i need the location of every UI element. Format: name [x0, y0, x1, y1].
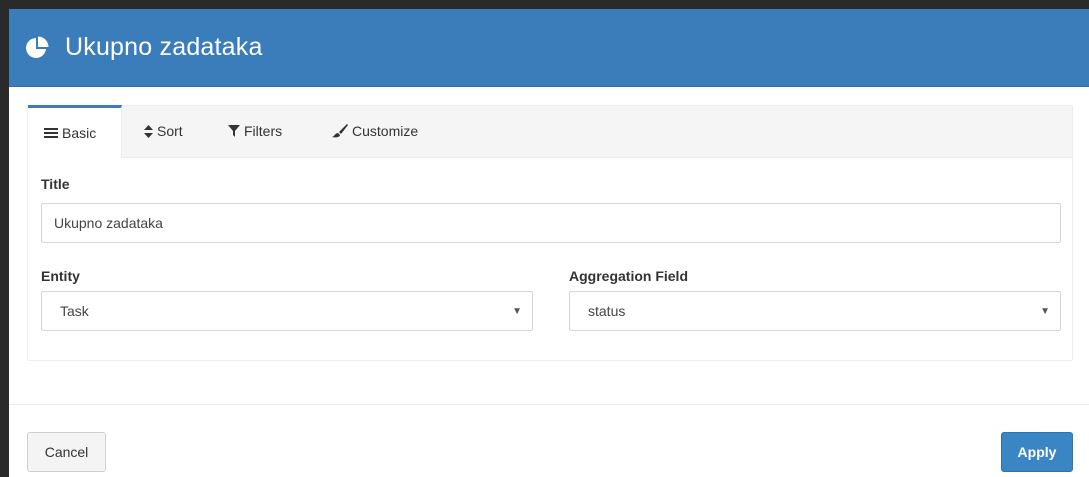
tab-customize-label: Customize [352, 123, 419, 139]
chevron-down-icon: ▼ [512, 305, 522, 317]
chevron-down-icon: ▼ [1040, 305, 1050, 317]
brush-icon [332, 124, 348, 138]
title-label: Title [41, 176, 70, 192]
background-app-bar [0, 0, 1089, 9]
cancel-button[interactable]: Cancel [27, 432, 106, 472]
entity-select[interactable]: Task ▼ [41, 291, 533, 331]
widget-settings-modal: Ukupno zadataka Basic Sort Filters Custo… [9, 9, 1089, 477]
tab-sort[interactable]: Sort [122, 105, 212, 157]
tab-basic-label: Basic [62, 125, 97, 141]
modal-header: Ukupno zadataka [9, 9, 1089, 87]
tab-basic[interactable]: Basic [28, 105, 122, 158]
sort-icon [144, 124, 153, 138]
entity-label: Entity [41, 268, 80, 284]
aggregation-field-label: Aggregation Field [569, 268, 688, 284]
filter-icon [228, 125, 240, 137]
modal-footer: Cancel Apply [9, 404, 1089, 477]
tab-filters[interactable]: Filters [212, 105, 322, 157]
tab-bar: Basic Sort Filters Customize [28, 105, 1072, 158]
tab-customize[interactable]: Customize [322, 105, 434, 157]
apply-button[interactable]: Apply [1001, 432, 1073, 472]
pie-chart-icon [25, 36, 49, 60]
aggregation-field-value: status [588, 303, 626, 319]
entity-select-value: Task [60, 303, 89, 319]
bars-icon [44, 127, 58, 139]
title-input[interactable]: Ukupno zadataka [41, 203, 1061, 243]
tab-filters-label: Filters [244, 123, 283, 139]
settings-panel: Basic Sort Filters Customize Title Ukupn… [27, 105, 1073, 361]
modal-title: Ukupno zadataka [65, 33, 263, 61]
aggregation-field-select[interactable]: status ▼ [569, 291, 1061, 331]
tab-sort-label: Sort [157, 123, 183, 139]
background-left-edge [0, 0, 9, 477]
title-input-value: Ukupno zadataka [54, 215, 163, 231]
